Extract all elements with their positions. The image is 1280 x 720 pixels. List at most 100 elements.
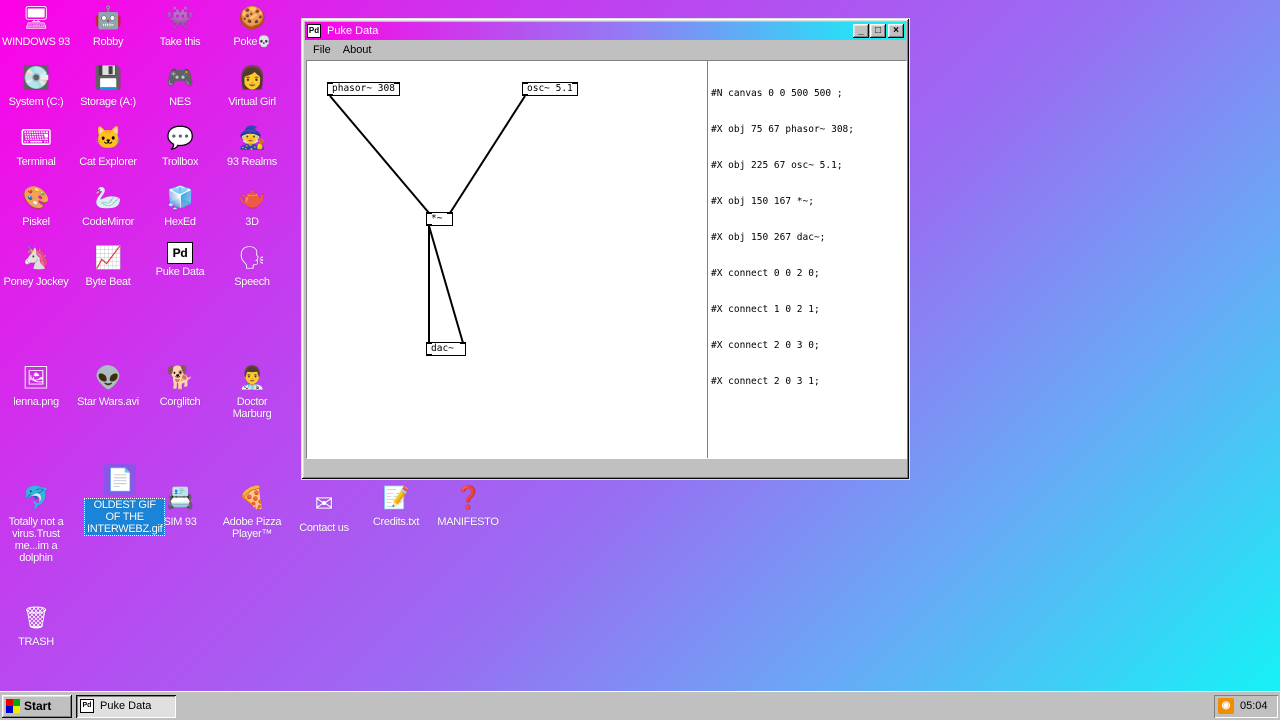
desktop-icon-label: Poney Jockey bbox=[3, 276, 69, 288]
desktop-icon-image: 🗣 bbox=[238, 245, 266, 270]
source-line: #X obj 150 267 dac~; bbox=[711, 232, 826, 243]
patch-canvas[interactable]: phasor~ 308 osc~ 5.1 *~ dac~ bbox=[307, 61, 708, 458]
desktop-icon[interactable]: 🦢 CodeMirror bbox=[72, 182, 144, 228]
desktop-icon[interactable]: 👨‍⚕ Doctor Marburg bbox=[216, 362, 288, 420]
desktop-icon-image: ⌨ bbox=[20, 125, 52, 150]
desktop-icon[interactable]: 🎨 Piskel bbox=[0, 182, 72, 228]
desktop-icon-label: NES bbox=[169, 96, 191, 108]
start-button[interactable]: Start bbox=[2, 694, 72, 718]
desktop-icon-image: 📄 bbox=[104, 464, 136, 496]
desktop-icon-image: 💾 bbox=[94, 65, 122, 90]
desktop-icon-label: Virtual Girl bbox=[228, 96, 276, 108]
desktop-icon[interactable]: 🧊 HexEd bbox=[144, 182, 216, 228]
menu-file[interactable]: File bbox=[307, 44, 337, 56]
desktop-icon[interactable]: 💽 System (C:) bbox=[0, 62, 72, 108]
desktop-icon-label: Robby bbox=[92, 36, 124, 48]
desktop-icon[interactable]: 👾 Take this bbox=[144, 2, 216, 48]
desktop-icon[interactable]: 🫖 3D bbox=[216, 182, 288, 228]
desktop-icon[interactable]: 🧙 93 Realms bbox=[216, 122, 288, 168]
desktop-icon-label: Trollbox bbox=[161, 156, 199, 168]
desktop-icon-label: HexEd bbox=[164, 216, 196, 228]
connection-osc-to-mul bbox=[449, 95, 526, 214]
window-title: Puke Data bbox=[327, 25, 379, 37]
desktop-icon[interactable]: 🤖 Robby bbox=[72, 2, 144, 48]
pd-object-dac[interactable]: dac~ bbox=[426, 342, 466, 356]
menu-about[interactable]: About bbox=[337, 44, 378, 56]
desktop-icon[interactable]: 📇 SIM 93 bbox=[144, 482, 216, 528]
desktop-icon[interactable]: 👽 Star Wars.avi bbox=[72, 362, 144, 408]
desktop-icon[interactable]: ✉ Contact us bbox=[288, 488, 360, 534]
pd-object-label: *~ bbox=[431, 213, 443, 224]
desktop-icon-label: Puke Data bbox=[155, 266, 205, 278]
desktop-icon[interactable]: 🐬 Totally not a virus.Trust me...im a dol… bbox=[0, 482, 72, 564]
desktop-icon-image: 📈 bbox=[94, 245, 122, 270]
pd-object-phasor[interactable]: phasor~ 308 bbox=[327, 82, 400, 96]
close-button[interactable]: × bbox=[888, 24, 904, 38]
desktop-icon-image: 📝 bbox=[382, 485, 410, 510]
window-content: phasor~ 308 osc~ 5.1 *~ dac~ #N canvas 0… bbox=[306, 60, 907, 459]
rss-icon[interactable]: ◉ bbox=[1218, 698, 1234, 714]
desktop-icon[interactable]: 👩 Virtual Girl bbox=[216, 62, 288, 108]
desktop-icon[interactable]: 🗑 TRASH bbox=[0, 602, 72, 648]
desktop-icon[interactable]: 📝 Credits.txt bbox=[360, 482, 432, 528]
minimize-button[interactable]: _ bbox=[853, 24, 869, 38]
pd-object-osc[interactable]: osc~ 5.1 bbox=[522, 82, 578, 96]
desktop-icon-label: Cat Explorer bbox=[79, 156, 137, 168]
desktop-icon[interactable]: 🍕 Adobe Pizza Player™ bbox=[216, 482, 288, 540]
desktop-icon-image: 🤖 bbox=[94, 5, 122, 30]
desktop-icon-image: 💬 bbox=[166, 125, 194, 150]
desktop-icon-image: 🦄 bbox=[22, 245, 50, 270]
desktop-icon-label: 93 Realms bbox=[227, 156, 277, 168]
desktop-icon-image: 👩 bbox=[238, 65, 266, 90]
patch-source-text[interactable]: #N canvas 0 0 500 500 ; #X obj 75 67 pha… bbox=[709, 61, 906, 458]
desktop-icon-label: Byte Beat bbox=[85, 276, 131, 288]
desktop-icon[interactable]: Pd Puke Data bbox=[144, 242, 216, 278]
desktop-icon-label: SIM 93 bbox=[163, 516, 197, 528]
desktop-icon-label: Adobe Pizza Player™ bbox=[222, 516, 282, 540]
source-line: #X obj 75 67 phasor~ 308; bbox=[711, 124, 854, 135]
desktop-icon-image: 🐱 bbox=[94, 125, 122, 150]
desktop-icon[interactable]: 🐱 Cat Explorer bbox=[72, 122, 144, 168]
puke-data-window[interactable]: Pd Puke Data _ □ × File About phasor~ 30… bbox=[301, 18, 910, 480]
desktop-icon-label: Poke💀 bbox=[233, 36, 271, 48]
desktop-icon-image: 🎮 bbox=[166, 65, 194, 90]
start-label: Start bbox=[24, 699, 52, 713]
desktop-icon-image: ✉ bbox=[314, 491, 334, 516]
desktop-icon[interactable]: 🖼 lenna.png bbox=[0, 362, 72, 408]
desktop-icon[interactable]: 🖥 WINDOWS 93 bbox=[0, 2, 72, 48]
desktop-icon-image: ❓ bbox=[454, 485, 482, 510]
source-line: #X connect 0 0 2 0; bbox=[711, 268, 820, 279]
window-statusbar bbox=[306, 461, 907, 475]
source-line: #X connect 1 0 2 1; bbox=[711, 304, 820, 315]
desktop-icon[interactable]: 💬 Trollbox bbox=[144, 122, 216, 168]
desktop-icon-image: 🎨 bbox=[22, 185, 50, 210]
connection-phasor-to-mul bbox=[329, 95, 430, 214]
desktop-icon-image: 🧊 bbox=[166, 185, 194, 210]
desktop-icon-image: 🖥 bbox=[22, 5, 50, 30]
desktop-icon[interactable]: 🍪 Poke💀 bbox=[216, 2, 288, 48]
pd-object-multiply[interactable]: *~ bbox=[426, 212, 453, 226]
taskbar-item-label: Puke Data bbox=[100, 700, 152, 712]
desktop-icon[interactable]: ❓ MANIFESTO bbox=[432, 482, 504, 528]
desktop-icon-label: Piskel bbox=[22, 216, 50, 228]
desktop-icon[interactable]: 🐕 Corglitch bbox=[144, 362, 216, 408]
desktop-icon-label: Totally not a virus.Trust me...im a dolp… bbox=[8, 516, 64, 564]
desktop-icon-image: 💽 bbox=[22, 65, 50, 90]
desktop-icon[interactable]: 💾 Storage (A:) bbox=[72, 62, 144, 108]
desktop-icon-image: 🧙 bbox=[238, 125, 266, 150]
clock: 05:04 bbox=[1240, 700, 1268, 712]
desktop-icon-image: 🍪 bbox=[238, 5, 266, 30]
desktop-icon[interactable]: 🗣 Speech bbox=[216, 242, 288, 288]
desktop-icon-image: 👾 bbox=[166, 5, 194, 30]
desktop-icon[interactable]: 🎮 NES bbox=[144, 62, 216, 108]
source-line: #X obj 225 67 osc~ 5.1; bbox=[711, 160, 843, 171]
connection-mul-to-dac-right bbox=[428, 225, 464, 344]
maximize-button[interactable]: □ bbox=[870, 24, 886, 38]
desktop-icon[interactable]: ⌨ Terminal bbox=[0, 122, 72, 168]
desktop-icon[interactable]: 🦄 Poney Jockey bbox=[0, 242, 72, 288]
desktop-icon[interactable]: 📈 Byte Beat bbox=[72, 242, 144, 288]
taskbar-item-puke-data[interactable]: Pd Puke Data bbox=[76, 694, 176, 718]
window-titlebar[interactable]: Pd Puke Data _ □ × bbox=[305, 22, 906, 40]
desktop-icon-label: MANIFESTO bbox=[437, 516, 499, 528]
desktop-icon-label: Take this bbox=[159, 36, 201, 48]
